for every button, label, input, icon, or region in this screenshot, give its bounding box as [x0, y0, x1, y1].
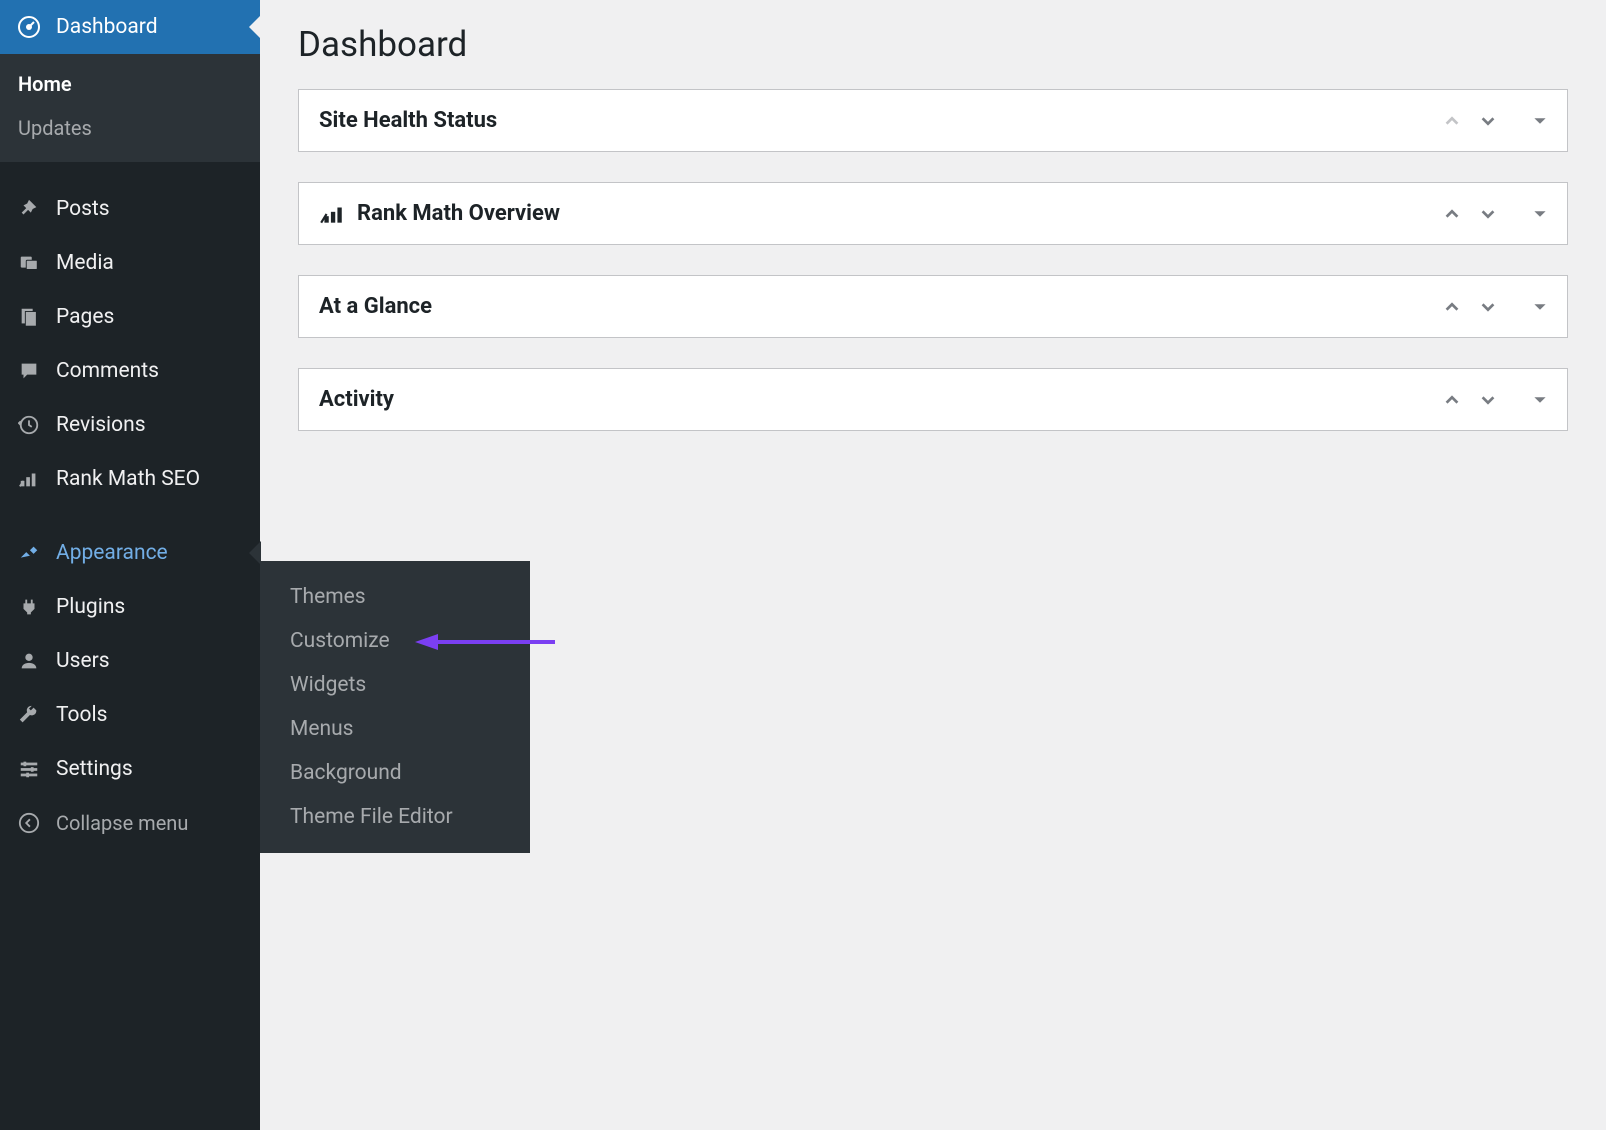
widget-at-a-glance: At a Glance [298, 275, 1568, 338]
widget-title-text: Rank Math Overview [357, 201, 560, 226]
sidebar-item-dashboard[interactable]: Dashboard [0, 0, 260, 54]
flyout-themes[interactable]: Themes [260, 575, 530, 619]
widget-title: Rank Math Overview [319, 201, 560, 226]
arrow-annotation [410, 632, 560, 656]
sidebar-label: Users [56, 649, 110, 673]
submenu-updates[interactable]: Updates [0, 106, 260, 150]
widget-title: At a Glance [319, 294, 432, 319]
pushpin-icon [16, 196, 42, 222]
sidebar-label: Revisions [56, 413, 146, 437]
sidebar-item-users[interactable]: Users [0, 634, 260, 688]
widget-controls [1443, 205, 1547, 223]
plugins-icon [16, 594, 42, 620]
toggle-icon[interactable] [1533, 300, 1547, 314]
widget-title: Activity [319, 387, 394, 412]
sidebar-label: Plugins [56, 595, 125, 619]
sidebar-label: Pages [56, 305, 114, 329]
widget-controls [1443, 391, 1547, 409]
sidebar-item-rankmath[interactable]: Rank Math SEO [0, 452, 260, 506]
sidebar-label: Appearance [56, 541, 168, 565]
move-up-icon[interactable] [1443, 205, 1461, 223]
widget-activity: Activity [298, 368, 1568, 431]
flyout-background[interactable]: Background [260, 751, 530, 795]
move-up-icon[interactable] [1443, 298, 1461, 316]
main-content: Dashboard Site Health Status Rank Math O… [260, 0, 1606, 485]
sidebar-label: Media [56, 251, 114, 275]
submenu-home[interactable]: Home [0, 62, 260, 106]
collapse-label: Collapse menu [56, 811, 188, 835]
move-down-icon[interactable] [1479, 205, 1497, 223]
rankmath-icon [319, 203, 345, 225]
sidebar-label: Dashboard [56, 15, 158, 39]
widget-site-health: Site Health Status [298, 89, 1568, 152]
widget-rankmath-overview: Rank Math Overview [298, 182, 1568, 245]
sidebar-item-settings[interactable]: Settings [0, 742, 260, 796]
widget-controls [1443, 112, 1547, 130]
rankmath-icon [16, 466, 42, 492]
sidebar-label: Tools [56, 703, 107, 727]
dashboard-icon [16, 14, 42, 40]
sidebar-item-posts[interactable]: Posts [0, 182, 260, 236]
sidebar-item-appearance[interactable]: Appearance [0, 526, 260, 580]
users-icon [16, 648, 42, 674]
sidebar-label: Posts [56, 197, 110, 221]
sidebar-item-plugins[interactable]: Plugins [0, 580, 260, 634]
sidebar-label: Rank Math SEO [56, 467, 200, 491]
toggle-icon[interactable] [1533, 207, 1547, 221]
flyout-editor[interactable]: Theme File Editor [260, 795, 530, 839]
sidebar-label: Settings [56, 757, 133, 781]
dashboard-submenu: Home Updates [0, 54, 260, 162]
move-up-icon[interactable] [1443, 112, 1461, 130]
toggle-icon[interactable] [1533, 114, 1547, 128]
flyout-widgets[interactable]: Widgets [260, 663, 530, 707]
sidebar-label: Comments [56, 359, 159, 383]
sidebar-item-pages[interactable]: Pages [0, 290, 260, 344]
move-down-icon[interactable] [1479, 112, 1497, 130]
collapse-icon [16, 810, 42, 836]
sidebar-item-media[interactable]: Media [0, 236, 260, 290]
sidebar-item-revisions[interactable]: Revisions [0, 398, 260, 452]
toggle-icon[interactable] [1533, 393, 1547, 407]
appearance-flyout: Themes Customize Widgets Menus Backgroun… [260, 561, 530, 853]
tools-icon [16, 702, 42, 728]
sidebar-item-tools[interactable]: Tools [0, 688, 260, 742]
move-down-icon[interactable] [1479, 298, 1497, 316]
admin-sidebar: Dashboard Home Updates Posts Media Pages… [0, 0, 260, 1130]
widget-title: Site Health Status [319, 108, 497, 133]
flyout-menus[interactable]: Menus [260, 707, 530, 751]
media-icon [16, 250, 42, 276]
revisions-icon [16, 412, 42, 438]
move-up-icon[interactable] [1443, 391, 1461, 409]
sidebar-item-comments[interactable]: Comments [0, 344, 260, 398]
collapse-menu[interactable]: Collapse menu [0, 796, 260, 850]
settings-icon [16, 756, 42, 782]
pages-icon [16, 304, 42, 330]
move-down-icon[interactable] [1479, 391, 1497, 409]
comments-icon [16, 358, 42, 384]
appearance-icon [16, 540, 42, 566]
widget-controls [1443, 298, 1547, 316]
page-title: Dashboard [298, 24, 1568, 65]
